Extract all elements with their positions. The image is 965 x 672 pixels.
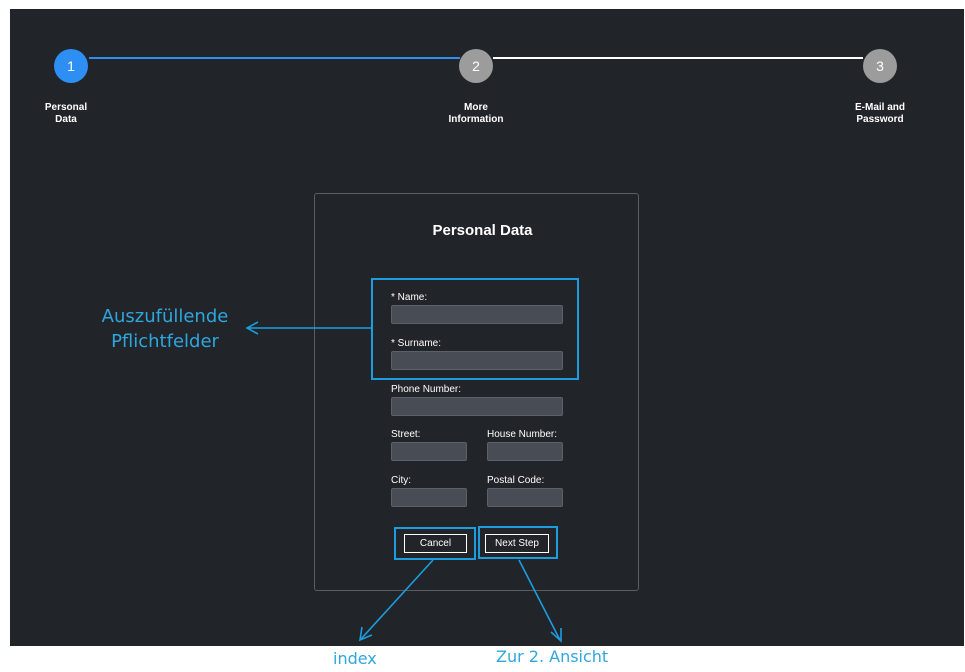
step-2-label-line2: Information	[448, 114, 504, 125]
city-label: City:	[391, 475, 411, 486]
personal-data-card	[314, 193, 639, 591]
house-number-label: House Number:	[487, 429, 558, 440]
next-target-annotation: Zur 2. Ansicht	[496, 647, 609, 666]
step-3-label-line2: Password	[856, 114, 904, 125]
cancel-target-annotation: index	[333, 649, 377, 668]
form-title: Personal Data	[432, 222, 533, 239]
phone-input[interactable]	[391, 397, 563, 416]
step-connector-1-2	[89, 57, 460, 59]
postal-code-label: Postal Code:	[487, 475, 545, 486]
house-number-input[interactable]	[487, 442, 563, 461]
step-3-circle[interactable]: 3	[863, 49, 897, 83]
required-annotation-line2: Pflichtfelder	[111, 331, 219, 352]
street-label: Street:	[391, 429, 421, 440]
step-1-label-line2: Data	[55, 114, 77, 125]
street-input[interactable]	[391, 442, 467, 461]
step-2-circle[interactable]: 2	[459, 49, 493, 83]
next-step-highlight	[478, 526, 558, 559]
step-1-label-line1: Personal	[44, 102, 88, 113]
city-input[interactable]	[391, 488, 467, 507]
step-3-label: E-Mail and Password	[835, 102, 925, 126]
step-connector-2-3	[493, 57, 863, 59]
postal-code-input[interactable]	[487, 488, 563, 507]
step-1-label: Personal Data	[21, 102, 111, 126]
required-fields-highlight	[371, 278, 579, 380]
step-3-label-line1: E-Mail and	[854, 102, 905, 113]
phone-label: Phone Number:	[391, 384, 462, 395]
cancel-highlight	[394, 527, 476, 560]
required-annotation-line1: Auszufüllende	[101, 306, 229, 327]
step-2-label: More Information	[431, 102, 521, 126]
required-fields-annotation: Auszufüllende Pflichtfelder	[95, 304, 235, 354]
step-2-label-line1: More	[464, 102, 488, 113]
step-1-circle[interactable]: 1	[54, 49, 88, 83]
